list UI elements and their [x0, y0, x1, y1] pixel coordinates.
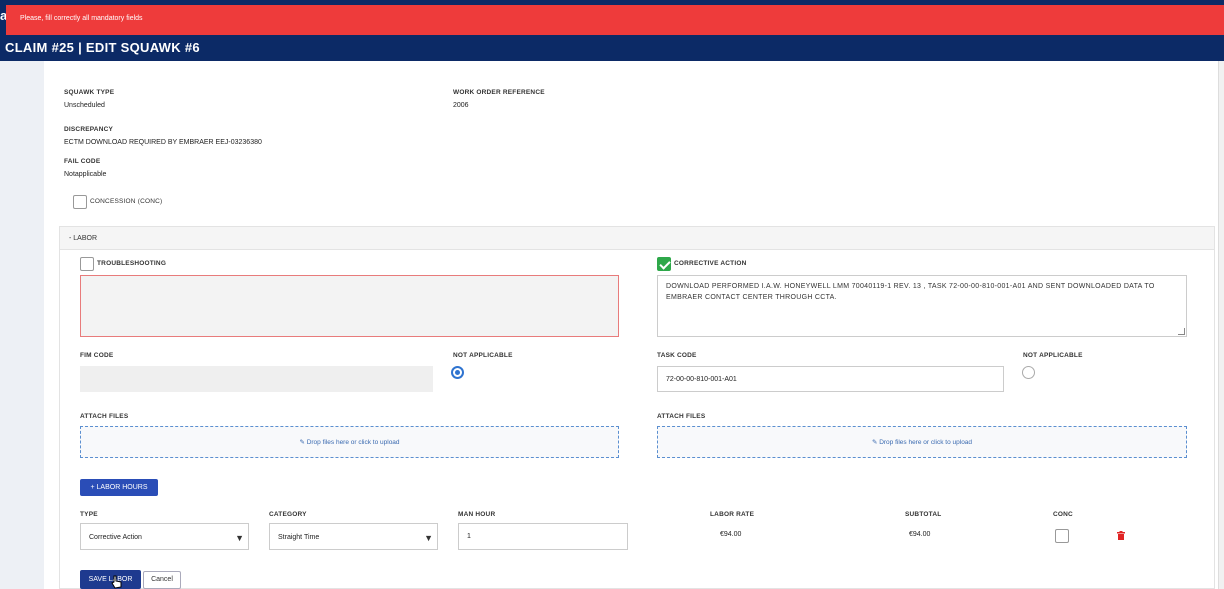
- dropzone-right[interactable]: ✎ Drop files here or click to upload: [657, 426, 1187, 458]
- labor-category-value: Straight Time: [278, 534, 320, 541]
- man-hour-input[interactable]: 1: [458, 523, 628, 550]
- dropzone-text-left: ✎ Drop files here or click to upload: [299, 439, 400, 446]
- task-not-applicable-radio[interactable]: [1022, 366, 1035, 379]
- discrepancy-label: DISCREPANCY: [64, 126, 114, 133]
- concession-checkbox[interactable]: [73, 195, 87, 209]
- cancel-button[interactable]: Cancel: [143, 571, 181, 589]
- dropzone-text-right: ✎ Drop files here or click to upload: [871, 439, 973, 446]
- left-sidebar: [0, 61, 44, 589]
- error-alert: Please, fill correctly all mandatory fie…: [6, 5, 1224, 35]
- attach-files-label-right: ATTACH FILES: [657, 413, 706, 420]
- cursor-icon: [111, 575, 122, 589]
- corrective-action-checkbox[interactable]: [657, 257, 671, 271]
- corrective-action-label: CORRECTIVE ACTION: [674, 260, 747, 267]
- squawk-type-label: SQUAWK TYPE: [64, 89, 115, 96]
- caret-down-icon: ▼: [235, 533, 244, 543]
- fim-code-label: FIM CODE: [80, 352, 114, 359]
- labor-type-value: Corrective Action: [89, 534, 142, 541]
- col-conc: CONC: [1053, 511, 1073, 518]
- troubleshooting-textarea[interactable]: [80, 275, 619, 337]
- squawk-type-value: Unscheduled: [64, 102, 105, 109]
- add-labor-hours-button[interactable]: + LABOR HOURS: [80, 479, 158, 496]
- caret-down-icon: ▼: [424, 533, 433, 543]
- subtotal-value: €94.00: [909, 531, 931, 538]
- corrective-action-text: DOWNLOAD PERFORMED I.A.W. HONEYWELL LMM …: [666, 283, 1155, 301]
- dropzone-left[interactable]: ✎ Drop files here or click to upload: [80, 426, 619, 458]
- troubleshooting-label: TROUBLESHOOTING: [97, 260, 167, 267]
- work-order-label: WORK ORDER REFERENCE: [453, 89, 545, 96]
- labor-rate-value: €94.00: [720, 531, 742, 538]
- concession-label: CONCESSION (CONC): [90, 198, 163, 205]
- labor-category-select[interactable]: Straight Time ▼: [269, 523, 438, 550]
- task-code-label: TASK CODE: [657, 352, 697, 359]
- troubleshooting-checkbox[interactable]: [80, 257, 94, 271]
- fim-not-applicable-label: NOT APPLICABLE: [453, 352, 513, 359]
- col-man-hour: MAN HOUR: [458, 511, 496, 518]
- fail-code-value: Notapplicable: [64, 171, 107, 178]
- labor-type-select[interactable]: Corrective Action ▼: [80, 523, 249, 550]
- corrective-action-textarea[interactable]: DOWNLOAD PERFORMED I.A.W. HONEYWELL LMM …: [657, 275, 1187, 337]
- task-not-applicable-label: NOT APPLICABLE: [1023, 352, 1083, 359]
- scrollbar[interactable]: [1218, 61, 1224, 589]
- fim-not-applicable-radio[interactable]: [451, 366, 464, 379]
- fim-code-input[interactable]: [80, 366, 433, 392]
- attach-files-label-left: ATTACH FILES: [80, 413, 129, 420]
- trash-icon[interactable]: [1117, 531, 1125, 540]
- col-labor-rate: LABOR RATE: [710, 511, 755, 518]
- resize-handle-icon[interactable]: [1178, 328, 1185, 335]
- col-type: TYPE: [80, 511, 98, 518]
- work-order-value: 2006: [453, 102, 469, 109]
- task-code-input[interactable]: 72-00-00-810-001-A01: [657, 366, 1004, 392]
- page-title: CLAIM #25 | EDIT SQUAWK #6: [5, 40, 200, 55]
- col-subtotal: SUBTOTAL: [905, 511, 942, 518]
- discrepancy-value: ECTM DOWNLOAD REQUIRED BY EMBRAER EEJ-03…: [64, 139, 262, 146]
- labor-section-toggle[interactable]: - LABOR: [59, 226, 1215, 250]
- col-category: CATEGORY: [269, 511, 307, 518]
- fail-code-label: FAIL CODE: [64, 158, 101, 165]
- row-conc-checkbox[interactable]: [1055, 529, 1069, 543]
